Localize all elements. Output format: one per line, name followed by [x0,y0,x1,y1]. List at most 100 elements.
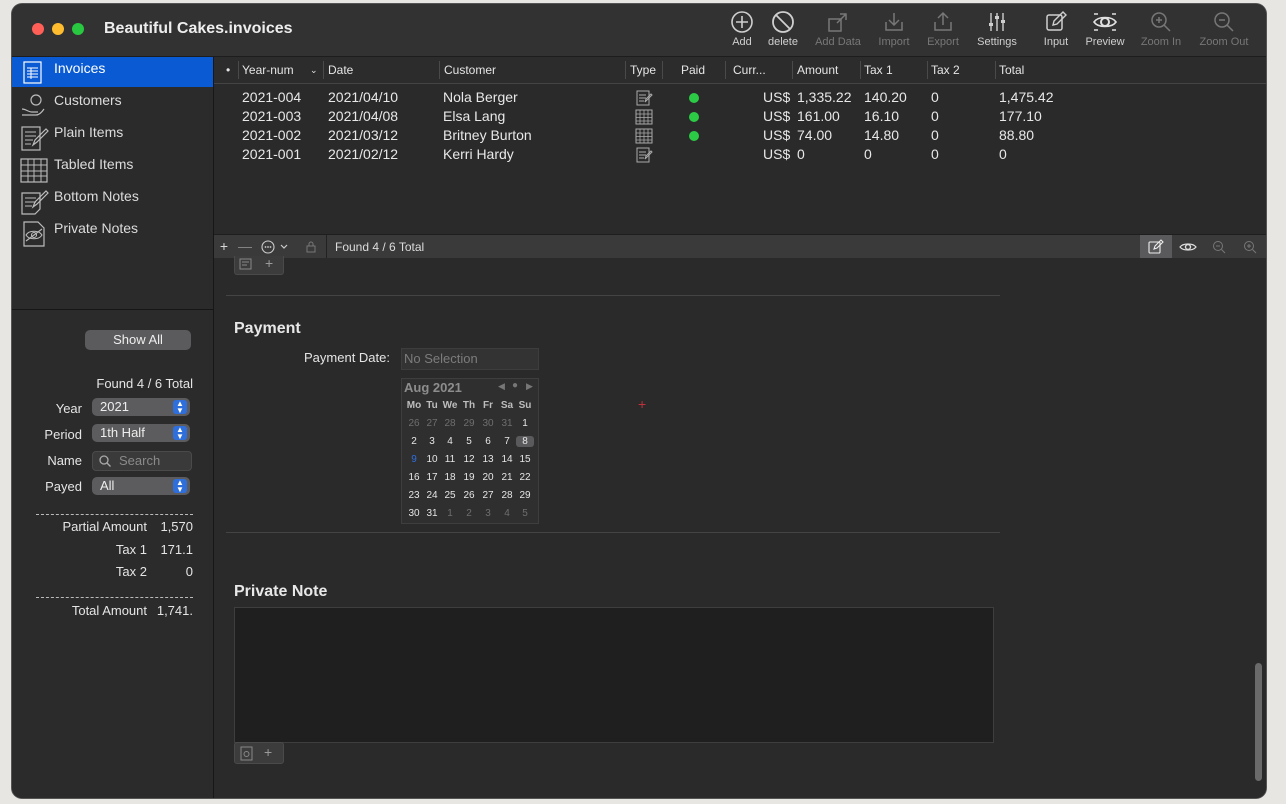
calendar-day[interactable]: 4 [498,508,516,519]
column-header-tax2[interactable]: Tax 2 [931,63,960,77]
calendar-day[interactable]: 25 [441,490,459,501]
column-header-type[interactable]: Type [630,63,656,77]
calendar-day[interactable]: 13 [479,454,497,465]
calendar-day[interactable]: 28 [441,418,459,429]
calendar-day[interactable]: 23 [405,490,423,501]
calendar-day[interactable]: 9 [405,454,423,465]
remove-row-button[interactable]: — [235,235,255,258]
next-month-icon[interactable]: ▶ [526,381,533,392]
calendar-day[interactable]: 31 [423,508,441,519]
calendar-day[interactable]: 2 [460,508,478,519]
calendar-day[interactable]: 4 [441,436,459,447]
note-icon[interactable] [240,746,254,761]
zoom-out-button[interactable]: Zoom Out [1194,10,1254,48]
tabled-items-icon [20,158,48,183]
calendar-day[interactable]: 5 [516,508,534,519]
column-header-date[interactable]: Date [328,63,353,77]
add-note-icon[interactable]: + [264,744,272,760]
calendar-day[interactable]: 8 [516,436,534,447]
calendar-day[interactable]: 17 [423,472,441,483]
previous-month-icon[interactable]: ◀ [498,381,505,392]
calendar-day[interactable]: 24 [423,490,441,501]
calendar-day[interactable]: 1 [441,508,459,519]
name-search-field[interactable]: Search [92,451,192,471]
column-header-tax1[interactable]: Tax 1 [864,63,893,77]
sidebar-item-plain-items[interactable]: Plain Items [12,121,213,151]
calendar-day[interactable]: 20 [479,472,497,483]
preview-button[interactable]: Preview [1075,10,1135,48]
table-row[interactable]: 2021-004 2021/04/10 Nola Berger US$ 1,33… [214,88,1266,107]
calendar-day[interactable]: 7 [498,436,516,447]
calendar-day[interactable]: 22 [516,472,534,483]
calendar-day[interactable]: 28 [498,490,516,501]
calendar-day[interactable]: 14 [498,454,516,465]
calendar-day[interactable]: 10 [423,454,441,465]
calendar-day[interactable]: 11 [441,454,459,465]
sidebar-item-bottom-notes[interactable]: Bottom Notes [12,185,213,215]
period-popup[interactable]: 1th Half ▲ ▼ [92,424,190,442]
add-data-button[interactable]: Add Data [808,10,868,48]
column-header-year-num[interactable]: Year-num [242,63,294,77]
calendar-day[interactable]: 26 [460,490,478,501]
lock-button[interactable] [302,235,320,258]
calendar-day[interactable]: 21 [498,472,516,483]
export-button[interactable]: Export [913,10,973,48]
calendar-day[interactable]: 15 [516,454,534,465]
zoom-in-small-button[interactable] [1235,235,1265,258]
column-header-amount[interactable]: Amount [797,63,838,77]
column-header-paid[interactable]: Paid [681,63,705,77]
add-note-icon[interactable]: + [265,255,273,271]
calendar-day[interactable]: 30 [479,418,497,429]
calendar-day[interactable]: 29 [516,490,534,501]
note-icon[interactable] [239,257,255,271]
calendar-day[interactable]: 26 [405,418,423,429]
payment-date-field[interactable]: No Selection [401,348,539,370]
column-header-customer[interactable]: Customer [444,63,496,77]
sort-chevron-icon[interactable]: ⌄ [310,65,318,76]
calendar-day[interactable]: 3 [479,508,497,519]
today-dot-icon[interactable]: ● [512,380,518,391]
vertical-scrollbar[interactable] [1255,663,1262,781]
date-picker-calendar[interactable]: Aug 2021 ◀ ● ▶ Mo Tu We Th Fr Sa Su 26 27 28 29 30 3… [401,378,539,524]
input-mode-button[interactable] [1140,235,1172,258]
export-icon [934,11,952,31]
column-header-currency[interactable]: Curr... [733,63,766,77]
calendar-day[interactable]: 29 [460,418,478,429]
add-row-button[interactable]: + [214,235,234,258]
private-note-textarea[interactable] [234,607,994,743]
calendar-day[interactable]: 30 [405,508,423,519]
delete-button[interactable]: delete [753,10,813,48]
settings-button[interactable]: Settings [967,10,1027,48]
calendar-day[interactable]: 6 [479,436,497,447]
calendar-day[interactable]: 27 [479,490,497,501]
minimize-window-button[interactable] [52,23,64,35]
table-row[interactable]: 2021-003 2021/04/08 Elsa Lang US$ 161.00… [214,107,1266,126]
sidebar-item-private-notes[interactable]: Private Notes [12,217,213,247]
more-actions-button[interactable] [256,235,294,258]
calendar-day[interactable]: 12 [460,454,478,465]
year-popup[interactable]: 2021 ▲ ▼ [92,398,190,416]
column-header-total[interactable]: Total [999,63,1024,77]
calendar-day[interactable]: 5 [460,436,478,447]
calendar-day[interactable]: 31 [498,418,516,429]
calendar-day[interactable]: 3 [423,436,441,447]
calendar-day[interactable]: 27 [423,418,441,429]
sidebar-item-invoices[interactable]: Invoices [12,57,213,87]
close-window-button[interactable] [32,23,44,35]
show-all-button[interactable]: Show All [85,330,191,350]
payed-popup[interactable]: All ▲ ▼ [92,477,190,495]
calendar-day[interactable]: 2 [405,436,423,447]
zoom-out-small-button[interactable] [1204,235,1234,258]
calendar-day[interactable]: 19 [460,472,478,483]
zoom-window-button[interactable] [72,23,84,35]
calendar-day[interactable]: 16 [405,472,423,483]
sidebar-item-tabled-items[interactable]: Tabled Items [12,153,213,183]
table-row[interactable]: 2021-002 2021/03/12 Britney Burton US$ 7… [214,126,1266,145]
calendar-day[interactable]: 1 [516,418,534,429]
zoom-in-button[interactable]: Zoom In [1131,10,1191,48]
calendar-day[interactable]: 18 [441,472,459,483]
column-header-marker[interactable]: • [226,63,230,77]
preview-mode-button[interactable] [1172,235,1204,258]
sidebar-item-customers[interactable]: Customers [12,89,213,119]
table-row[interactable]: 2021-001 2021/02/12 Kerri Hardy US$ 0 0 … [214,145,1266,164]
